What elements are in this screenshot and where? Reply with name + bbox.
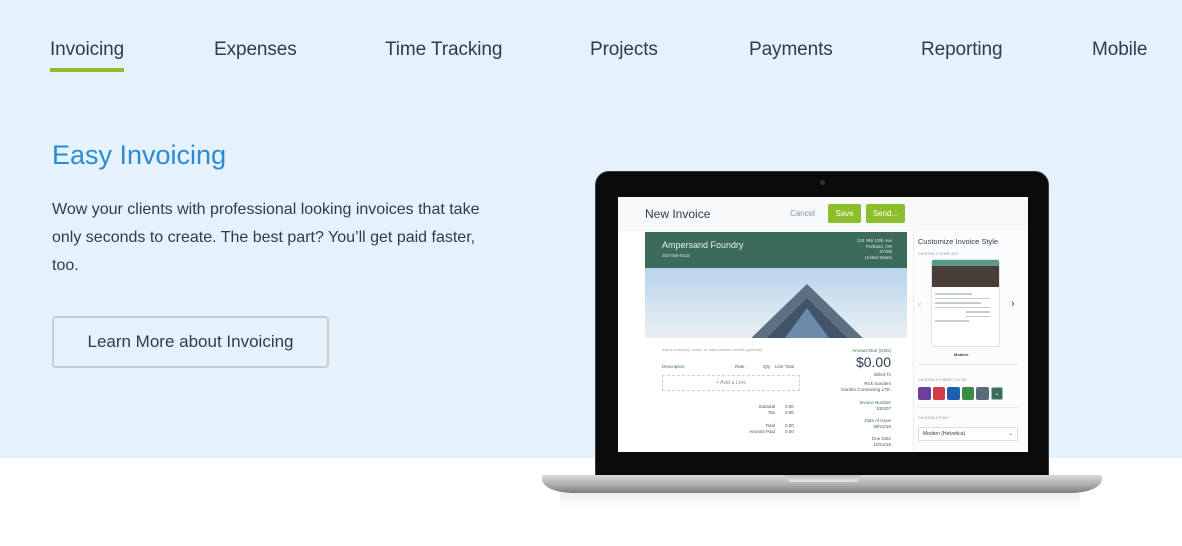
invoice-editor-header: New Invoice Cancel Save Send... xyxy=(618,197,1028,231)
save-button: Save xyxy=(828,204,861,223)
invoice-preview: Ampersand Foundry 202-555-0118 224 NW 13… xyxy=(645,232,907,452)
column-qty: Qty xyxy=(763,364,771,369)
theme-swatch xyxy=(947,387,960,400)
total-value: 0.00 xyxy=(785,423,794,428)
choose-template-label: CHOOSE A TEMPLATE xyxy=(918,252,959,256)
invoice-banner: Ampersand Foundry 202-555-0118 224 NW 13… xyxy=(645,232,907,268)
tax-label: Tax xyxy=(767,410,775,415)
divider xyxy=(918,407,1018,408)
nav-tab-mobile[interactable]: Mobile xyxy=(1092,39,1147,61)
laptop-notch xyxy=(785,475,861,482)
send-button: Send... xyxy=(866,204,905,223)
divider xyxy=(918,364,1018,365)
due-date-value: 10/12/16 xyxy=(873,442,891,447)
billed-to: Rick Sanders Garden Contracting LTD. xyxy=(841,381,891,392)
amount-paid-value: 0.00 xyxy=(785,429,794,434)
due-date-label: Due Date xyxy=(871,436,891,441)
theme-color-swatches: ⌄ xyxy=(918,387,1003,400)
chevron-left-icon: ‹ xyxy=(918,299,922,311)
choose-font-label: CHOOSE A FONT xyxy=(918,416,950,420)
building-photo xyxy=(645,268,907,338)
feature-nav: Invoicing Expenses Time Tracking Project… xyxy=(0,0,1182,100)
add-line-button: + Add a Line xyxy=(662,375,800,391)
template-name: Modern xyxy=(954,352,969,357)
editor-title: New Invoice xyxy=(645,207,711,221)
company-phone: 202-555-0118 xyxy=(662,253,690,258)
tax-value: 0.00 xyxy=(785,410,794,415)
font-select-value: Modern (Helvetica) xyxy=(923,431,966,437)
camera-icon xyxy=(820,180,825,185)
template-thumbnail xyxy=(931,259,1000,347)
laptop-shadow xyxy=(560,493,1080,507)
subtotal-label: Subtotal xyxy=(758,404,775,409)
cancel-button: Cancel xyxy=(790,209,815,218)
nav-tab-reporting[interactable]: Reporting xyxy=(921,39,1003,61)
address-line: United States xyxy=(864,254,892,260)
template-lines xyxy=(932,287,999,328)
nav-tab-invoicing[interactable]: Invoicing xyxy=(50,39,124,72)
learn-more-button[interactable]: Learn More about Invoicing xyxy=(52,316,329,368)
chevron-right-icon: › xyxy=(1011,298,1015,310)
client-company: Garden Contracting LTD. xyxy=(841,386,891,392)
amount-due-value: $0.00 xyxy=(855,354,891,370)
total-label: Total xyxy=(765,423,775,428)
nav-tab-projects[interactable]: Projects xyxy=(590,39,658,61)
company-name: Ampersand Foundry xyxy=(662,240,744,250)
nav-tab-expenses[interactable]: Expenses xyxy=(214,39,297,61)
notes-placeholder: Add a summary, notes, or bank transfer d… xyxy=(662,347,763,352)
billed-to-label: Billed To xyxy=(874,372,891,377)
laptop-screen: New Invoice Cancel Save Send... Ampersan… xyxy=(618,197,1028,452)
template-image xyxy=(932,266,999,287)
date-of-issue-label: Date of Issue xyxy=(864,418,891,423)
customize-sidebar: Customize Invoice Style CHOOSE A TEMPLAT… xyxy=(913,231,1028,452)
amount-due-label: Amount Due (USD) xyxy=(852,348,891,353)
column-description: Description xyxy=(662,364,685,369)
section-description: Wow your clients with professional looki… xyxy=(52,201,480,274)
theme-swatch xyxy=(976,387,989,400)
choose-theme-label: CHOOSE A THEME COLOR xyxy=(918,378,967,382)
date-of-issue-value: 09/12/16 xyxy=(873,424,891,429)
invoice-number-label: Invoice Number xyxy=(859,400,891,405)
building-shape xyxy=(785,308,829,338)
company-address: 224 NW 13th Ave Portland, OR 97209 Unite… xyxy=(857,238,892,260)
address-line: 224 NW 13th Ave xyxy=(857,238,892,243)
subtotal-value: 0.00 xyxy=(785,404,794,409)
customize-title: Customize Invoice Style xyxy=(918,237,999,246)
column-line-total: Line Total xyxy=(775,364,795,369)
nav-tab-payments[interactable]: Payments xyxy=(749,39,833,61)
chevron-down-icon: ⌄ xyxy=(1007,431,1013,437)
section-title: Easy Invoicing xyxy=(52,140,227,170)
theme-swatch xyxy=(932,387,945,400)
theme-swatch-selected: ⌄ xyxy=(990,387,1003,400)
laptop-mockup: New Invoice Cancel Save Send... Ampersan… xyxy=(595,171,1049,477)
nav-tab-time-tracking[interactable]: Time Tracking xyxy=(385,39,502,61)
invoice-number-value: 100207 xyxy=(875,406,891,411)
laptop-base xyxy=(542,475,1102,493)
amount-paid-label: Amount Paid xyxy=(749,429,775,434)
column-rate: Rate xyxy=(735,364,745,369)
theme-swatch xyxy=(918,387,931,400)
font-select: Modern (Helvetica) ⌄ xyxy=(918,427,1018,441)
theme-swatch xyxy=(961,387,974,400)
